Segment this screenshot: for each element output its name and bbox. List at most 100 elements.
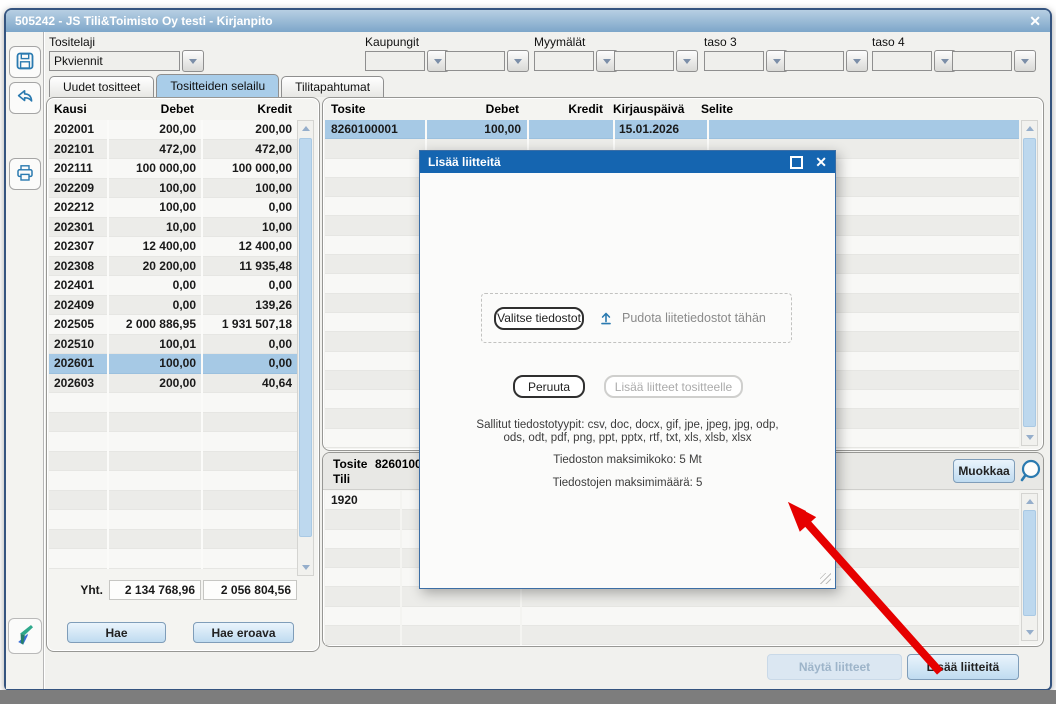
column-header-kredit[interactable]: Kredit — [525, 102, 609, 116]
column-header-kirjauspaiva[interactable]: Kirjauspäivä — [609, 102, 701, 116]
file-dropzone[interactable]: Valitse tiedostot Pudota liitetiedostot … — [481, 293, 792, 343]
save-button[interactable] — [9, 46, 41, 78]
scroll-up-icon[interactable] — [298, 121, 313, 136]
table-row[interactable]: 202111 100 000,00 100 000,00 — [49, 159, 297, 179]
valitse-tiedostot-button[interactable]: Valitse tiedostot — [494, 306, 584, 330]
dialog-close-icon[interactable]: ✕ — [815, 155, 827, 169]
chevron-down-icon — [434, 58, 442, 64]
tositelaji-value[interactable]: Pkviennit — [49, 51, 180, 71]
table-row[interactable] — [49, 412, 297, 432]
tab-uudet-tositteet[interactable]: Uudet tositteet — [49, 76, 155, 97]
print-button[interactable] — [9, 158, 41, 190]
table-row[interactable] — [49, 451, 297, 471]
column-header-tosite[interactable]: Tosite — [325, 102, 425, 116]
table-cell: 100,00 — [203, 178, 297, 198]
column-header-kausi[interactable]: Kausi — [49, 102, 107, 116]
myymalat-label: Myymälät — [534, 35, 586, 49]
window-titlebar[interactable]: 505242 - JS Tili&Toimisto Oy testi - Kir… — [6, 10, 1050, 32]
table-row[interactable] — [49, 490, 297, 510]
table-row[interactable] — [49, 471, 297, 491]
kausi-scrollbar[interactable] — [297, 120, 314, 576]
table-row[interactable] — [325, 587, 1019, 607]
column-header-selite[interactable]: Selite — [701, 102, 1019, 116]
table-row[interactable]: 202101 472,00 472,00 — [49, 139, 297, 159]
magnifier-icon[interactable] — [1017, 457, 1045, 488]
dialog-titlebar[interactable]: Lisää liitteitä ✕ — [420, 151, 835, 173]
scrollbar-thumb[interactable] — [1023, 138, 1036, 427]
taso3-combo-1[interactable] — [704, 50, 788, 72]
table-row[interactable]: 202212 100,00 0,00 — [49, 198, 297, 218]
maximize-icon[interactable] — [790, 155, 804, 169]
table-row[interactable]: 202001 200,00 200,00 — [49, 120, 297, 140]
myymalat-value-1[interactable] — [534, 51, 594, 71]
tab-tositteiden-selailu[interactable]: Tositteiden selailu — [156, 74, 280, 97]
scroll-up-icon[interactable] — [1022, 494, 1037, 509]
table-row[interactable] — [325, 606, 1019, 627]
column-header-kredit[interactable]: Kredit — [199, 102, 297, 116]
table-row[interactable]: 202409 0,00 139,26 — [49, 295, 297, 315]
tab-tilitapahtumat[interactable]: Tilitapahtumat — [281, 76, 385, 97]
table-cell — [529, 120, 613, 140]
table-row[interactable]: 202301 10,00 10,00 — [49, 217, 297, 237]
peruuta-button[interactable]: Peruuta — [513, 375, 585, 398]
scroll-down-icon[interactable] — [1022, 430, 1037, 445]
taso4-value-2[interactable] — [952, 51, 1012, 71]
table-row[interactable]: 202601 100,00 0,00 — [49, 354, 297, 374]
table-row[interactable] — [49, 529, 297, 549]
myymalat-dropdown-2[interactable] — [676, 50, 698, 72]
tositelaji-dropdown-button[interactable] — [182, 50, 204, 72]
column-header-debet[interactable]: Debet — [425, 102, 525, 116]
kaupungit-combo-1[interactable] — [365, 50, 449, 72]
kaupungit-value-2[interactable] — [445, 51, 505, 71]
taso4-dropdown-2[interactable] — [1014, 50, 1036, 72]
lisaa-liitteita-button[interactable]: Lisää liitteitä — [907, 654, 1019, 680]
hae-button[interactable]: Hae — [67, 622, 166, 643]
chevron-down-icon — [683, 58, 691, 64]
table-row[interactable]: 202603 200,00 40,64 — [49, 373, 297, 393]
kaupungit-dropdown-2[interactable] — [507, 50, 529, 72]
hae-eroava-button[interactable]: Hae eroava — [193, 622, 294, 643]
scrollbar-thumb[interactable] — [1023, 510, 1036, 616]
table-cell: 0,00 — [203, 334, 297, 354]
taso4-value-1[interactable] — [872, 51, 932, 71]
nayta-liitteet-button[interactable]: Näytä liitteet — [767, 654, 902, 680]
taso3-combo-2[interactable] — [784, 50, 868, 72]
table-row[interactable] — [325, 626, 1019, 646]
taso3-value-2[interactable] — [784, 51, 844, 71]
tosite-scrollbar[interactable] — [1021, 120, 1038, 446]
taso4-combo-1[interactable] — [872, 50, 956, 72]
taso4-combo-2[interactable] — [952, 50, 1036, 72]
detail-scrollbar[interactable] — [1021, 493, 1038, 641]
table-row[interactable] — [49, 432, 297, 452]
tositelaji-combo[interactable]: Pkviennit — [49, 50, 204, 72]
scrollbar-thumb[interactable] — [299, 138, 312, 537]
myymalat-value-2[interactable] — [614, 51, 674, 71]
table-row[interactable]: 202308 20 200,00 11 935,48 — [49, 256, 297, 276]
table-row[interactable]: 202510 100,01 0,00 — [49, 334, 297, 354]
taso3-dropdown-2[interactable] — [846, 50, 868, 72]
table-row[interactable] — [49, 393, 297, 413]
kaupungit-value-1[interactable] — [365, 51, 425, 71]
window-close-icon[interactable]: ✕ — [1029, 14, 1041, 28]
app-logo-button[interactable] — [8, 618, 42, 654]
table-row[interactable]: 202401 0,00 0,00 — [49, 276, 297, 296]
resize-grip[interactable] — [820, 573, 831, 584]
table-row[interactable] — [49, 510, 297, 530]
muokkaa-button[interactable]: Muokkaa — [953, 459, 1015, 483]
table-row[interactable]: 202505 2 000 886,95 1 931 507,18 — [49, 315, 297, 335]
kaupungit-combo-2[interactable] — [445, 50, 529, 72]
table-row[interactable]: 8260100001 100,00 15.01.2026 — [325, 120, 1019, 140]
table-row[interactable]: 202307 12 400,00 12 400,00 — [49, 237, 297, 257]
scroll-up-icon[interactable] — [1022, 121, 1037, 136]
myymalat-combo-2[interactable] — [614, 50, 698, 72]
table-row[interactable]: 202209 100,00 100,00 — [49, 178, 297, 198]
myymalat-combo-1[interactable] — [534, 50, 618, 72]
column-header-debet[interactable]: Debet — [107, 102, 199, 116]
table-row[interactable] — [49, 549, 297, 569]
taso3-value-1[interactable] — [704, 51, 764, 71]
lisaa-liitteet-tositteelle-button[interactable]: Lisää liitteet tositteelle — [604, 375, 743, 398]
undo-button[interactable] — [9, 82, 41, 114]
scroll-down-icon[interactable] — [298, 560, 313, 575]
chevron-down-icon — [773, 58, 781, 64]
scroll-down-icon[interactable] — [1022, 625, 1037, 640]
